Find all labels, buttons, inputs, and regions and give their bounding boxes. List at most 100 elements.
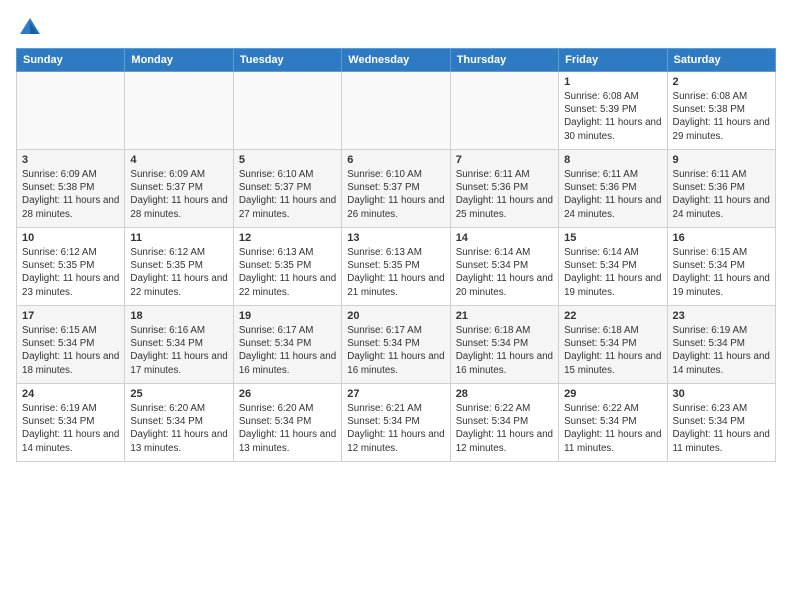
day-number: 22 (564, 310, 661, 322)
day-info: Sunrise: 6:20 AM Sunset: 5:34 PM Dayligh… (239, 402, 336, 455)
day-info: Sunrise: 6:17 AM Sunset: 5:34 PM Dayligh… (347, 324, 444, 377)
day-number: 6 (347, 154, 444, 166)
empty-cell (125, 72, 233, 150)
weekday-header-saturday: Saturday (667, 49, 775, 72)
day-info: Sunrise: 6:18 AM Sunset: 5:34 PM Dayligh… (564, 324, 661, 377)
calendar-day-27: 27 Sunrise: 6:21 AM Sunset: 5:34 PM Dayli… (342, 384, 450, 462)
calendar-day-3: 3 Sunrise: 6:09 AM Sunset: 5:38 PM Daylig… (17, 150, 125, 228)
calendar-day-17: 17 Sunrise: 6:15 AM Sunset: 5:34 PM Dayli… (17, 306, 125, 384)
day-info: Sunrise: 6:08 AM Sunset: 5:39 PM Dayligh… (564, 90, 661, 143)
day-number: 20 (347, 310, 444, 322)
calendar-header: SundayMondayTuesdayWednesdayThursdayFrid… (17, 49, 776, 72)
logo-icon (16, 14, 44, 42)
calendar-day-28: 28 Sunrise: 6:22 AM Sunset: 5:34 PM Dayli… (450, 384, 558, 462)
day-number: 12 (239, 232, 336, 244)
calendar-day-5: 5 Sunrise: 6:10 AM Sunset: 5:37 PM Daylig… (233, 150, 341, 228)
weekday-header-monday: Monday (125, 49, 233, 72)
day-number: 7 (456, 154, 553, 166)
day-info: Sunrise: 6:18 AM Sunset: 5:34 PM Dayligh… (456, 324, 553, 377)
day-number: 19 (239, 310, 336, 322)
day-number: 5 (239, 154, 336, 166)
calendar-day-21: 21 Sunrise: 6:18 AM Sunset: 5:34 PM Dayli… (450, 306, 558, 384)
calendar-day-15: 15 Sunrise: 6:14 AM Sunset: 5:34 PM Dayli… (559, 228, 667, 306)
calendar-day-2: 2 Sunrise: 6:08 AM Sunset: 5:38 PM Daylig… (667, 72, 775, 150)
calendar-day-16: 16 Sunrise: 6:15 AM Sunset: 5:34 PM Dayli… (667, 228, 775, 306)
weekday-header-friday: Friday (559, 49, 667, 72)
logo (16, 14, 48, 42)
day-info: Sunrise: 6:23 AM Sunset: 5:34 PM Dayligh… (673, 402, 770, 455)
day-info: Sunrise: 6:13 AM Sunset: 5:35 PM Dayligh… (239, 246, 336, 299)
calendar-day-18: 18 Sunrise: 6:16 AM Sunset: 5:34 PM Dayli… (125, 306, 233, 384)
calendar-day-13: 13 Sunrise: 6:13 AM Sunset: 5:35 PM Dayli… (342, 228, 450, 306)
day-number: 9 (673, 154, 770, 166)
day-info: Sunrise: 6:10 AM Sunset: 5:37 PM Dayligh… (239, 168, 336, 221)
calendar-week-3: 10Sunrise: 6:12 AM Sunset: 5:35 PM Dayli… (17, 228, 776, 306)
empty-cell (342, 72, 450, 150)
day-info: Sunrise: 6:08 AM Sunset: 5:38 PM Dayligh… (673, 90, 770, 143)
day-info: Sunrise: 6:15 AM Sunset: 5:34 PM Dayligh… (673, 246, 770, 299)
calendar: SundayMondayTuesdayWednesdayThursdayFrid… (16, 48, 776, 462)
calendar-day-22: 22 Sunrise: 6:18 AM Sunset: 5:34 PM Dayli… (559, 306, 667, 384)
day-info: Sunrise: 6:21 AM Sunset: 5:34 PM Dayligh… (347, 402, 444, 455)
day-number: 11 (130, 232, 227, 244)
calendar-day-4: 4Sunrise: 6:09 AM Sunset: 5:37 PM Daylig… (125, 150, 233, 228)
calendar-day-29: 29 Sunrise: 6:22 AM Sunset: 5:34 PM Dayli… (559, 384, 667, 462)
weekday-header-wednesday: Wednesday (342, 49, 450, 72)
calendar-day-7: 7 Sunrise: 6:11 AM Sunset: 5:36 PM Daylig… (450, 150, 558, 228)
day-number: 21 (456, 310, 553, 322)
day-number: 28 (456, 388, 553, 400)
calendar-day-26: 26 Sunrise: 6:20 AM Sunset: 5:34 PM Dayli… (233, 384, 341, 462)
day-info: Sunrise: 6:09 AM Sunset: 5:38 PM Dayligh… (22, 168, 119, 221)
day-number: 25 (130, 388, 227, 400)
calendar-day-20: 20 Sunrise: 6:17 AM Sunset: 5:34 PM Dayli… (342, 306, 450, 384)
day-info: Sunrise: 6:11 AM Sunset: 5:36 PM Dayligh… (456, 168, 553, 221)
day-info: Sunrise: 6:10 AM Sunset: 5:37 PM Dayligh… (347, 168, 444, 221)
calendar-week-2: 3 Sunrise: 6:09 AM Sunset: 5:38 PM Daylig… (17, 150, 776, 228)
day-info: Sunrise: 6:14 AM Sunset: 5:34 PM Dayligh… (456, 246, 553, 299)
day-info: Sunrise: 6:22 AM Sunset: 5:34 PM Dayligh… (456, 402, 553, 455)
day-info: Sunrise: 6:16 AM Sunset: 5:34 PM Dayligh… (130, 324, 227, 377)
day-number: 8 (564, 154, 661, 166)
day-number: 15 (564, 232, 661, 244)
day-info: Sunrise: 6:22 AM Sunset: 5:34 PM Dayligh… (564, 402, 661, 455)
day-info: Sunrise: 6:12 AM Sunset: 5:35 PM Dayligh… (130, 246, 227, 299)
day-number: 1 (564, 76, 661, 88)
day-info: Sunrise: 6:12 AM Sunset: 5:35 PM Dayligh… (22, 246, 119, 299)
day-number: 24 (22, 388, 119, 400)
day-info: Sunrise: 6:15 AM Sunset: 5:34 PM Dayligh… (22, 324, 119, 377)
day-number: 3 (22, 154, 119, 166)
day-number: 14 (456, 232, 553, 244)
day-number: 16 (673, 232, 770, 244)
page-header (16, 14, 776, 42)
day-number: 13 (347, 232, 444, 244)
day-number: 18 (130, 310, 227, 322)
day-number: 29 (564, 388, 661, 400)
day-number: 17 (22, 310, 119, 322)
day-info: Sunrise: 6:11 AM Sunset: 5:36 PM Dayligh… (673, 168, 770, 221)
weekday-header-row: SundayMondayTuesdayWednesdayThursdayFrid… (17, 49, 776, 72)
day-info: Sunrise: 6:11 AM Sunset: 5:36 PM Dayligh… (564, 168, 661, 221)
calendar-day-11: 11 Sunrise: 6:12 AM Sunset: 5:35 PM Dayli… (125, 228, 233, 306)
calendar-day-14: 14 Sunrise: 6:14 AM Sunset: 5:34 PM Dayli… (450, 228, 558, 306)
day-info: Sunrise: 6:13 AM Sunset: 5:35 PM Dayligh… (347, 246, 444, 299)
day-info: Sunrise: 6:19 AM Sunset: 5:34 PM Dayligh… (673, 324, 770, 377)
day-number: 23 (673, 310, 770, 322)
calendar-day-30: 30 Sunrise: 6:23 AM Sunset: 5:34 PM Dayli… (667, 384, 775, 462)
weekday-header-sunday: Sunday (17, 49, 125, 72)
day-info: Sunrise: 6:20 AM Sunset: 5:34 PM Dayligh… (130, 402, 227, 455)
calendar-day-1: 1 Sunrise: 6:08 AM Sunset: 5:39 PM Daylig… (559, 72, 667, 150)
day-number: 26 (239, 388, 336, 400)
calendar-day-8: 8 Sunrise: 6:11 AM Sunset: 5:36 PM Daylig… (559, 150, 667, 228)
day-info: Sunrise: 6:14 AM Sunset: 5:34 PM Dayligh… (564, 246, 661, 299)
calendar-week-5: 24Sunrise: 6:19 AM Sunset: 5:34 PM Dayli… (17, 384, 776, 462)
calendar-day-24: 24Sunrise: 6:19 AM Sunset: 5:34 PM Dayli… (17, 384, 125, 462)
empty-cell (233, 72, 341, 150)
day-number: 30 (673, 388, 770, 400)
calendar-week-4: 17 Sunrise: 6:15 AM Sunset: 5:34 PM Dayli… (17, 306, 776, 384)
day-info: Sunrise: 6:09 AM Sunset: 5:37 PM Dayligh… (130, 168, 227, 221)
calendar-day-19: 19Sunrise: 6:17 AM Sunset: 5:34 PM Dayli… (233, 306, 341, 384)
day-number: 2 (673, 76, 770, 88)
day-number: 27 (347, 388, 444, 400)
calendar-day-12: 12 Sunrise: 6:13 AM Sunset: 5:35 PM Dayli… (233, 228, 341, 306)
calendar-day-6: 6 Sunrise: 6:10 AM Sunset: 5:37 PM Daylig… (342, 150, 450, 228)
